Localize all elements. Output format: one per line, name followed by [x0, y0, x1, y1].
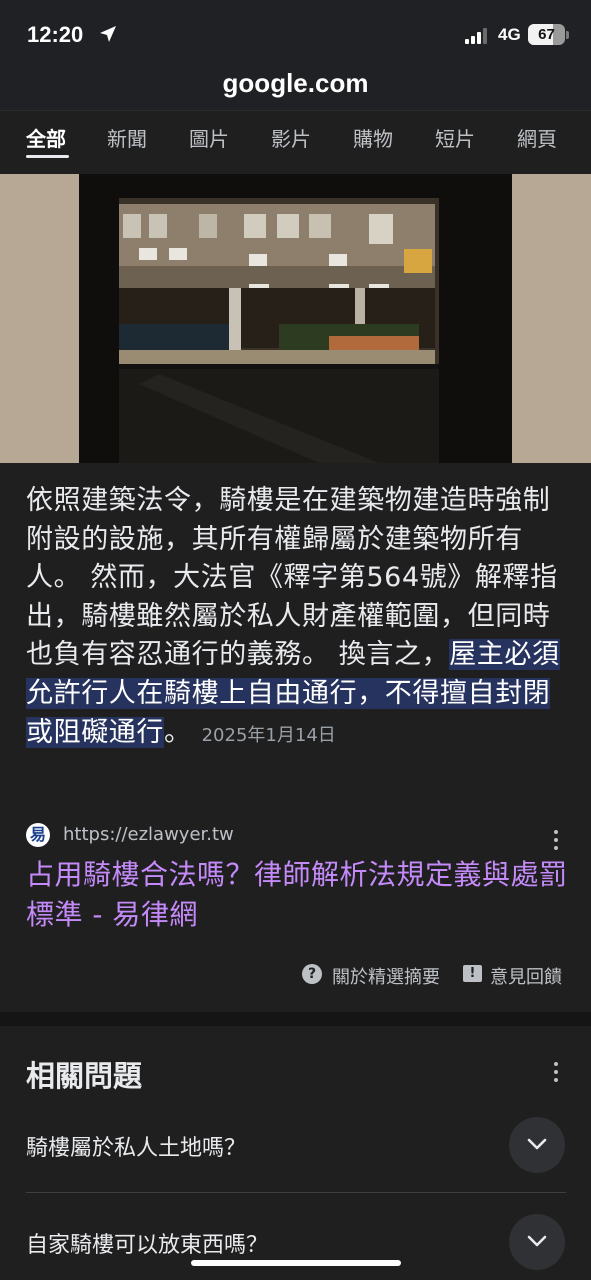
result-title-link[interactable]: 占用騎樓合法嗎？律師解析法規定義與處罰標準 - 易律網: [26, 855, 571, 935]
about-featured-snippets-link[interactable]: 關於精選摘要: [332, 963, 440, 989]
featured-image-frame: [0, 174, 591, 463]
tab-web[interactable]: 網頁: [517, 123, 557, 152]
network-type: 4G: [498, 25, 521, 44]
url-text[interactable]: google.com: [0, 68, 591, 99]
battery-percent: 67: [538, 26, 555, 43]
tab-short-videos[interactable]: 短片: [435, 123, 475, 152]
more-vert-icon[interactable]: [553, 830, 559, 854]
question-circle-icon[interactable]: ?: [302, 964, 322, 984]
battery-nub: [566, 31, 569, 39]
related-question-item[interactable]: 自家騎樓可以放東西嗎？: [26, 1227, 566, 1280]
related-question-text[interactable]: 騎樓屬於私人土地嗎？: [26, 1130, 246, 1162]
tab-videos[interactable]: 影片: [271, 123, 311, 152]
tab-images[interactable]: 圖片: [189, 123, 229, 152]
list-divider: [26, 1192, 566, 1193]
snippet-date: 2025年1月14日: [201, 724, 336, 746]
arcade-photo[interactable]: [79, 174, 512, 463]
featured-snippet-text: 依照建築法令，騎樓是在建築物建造時強制附設的設施，其所有權歸屬於建築物所有人。 …: [26, 482, 571, 755]
tab-all[interactable]: 全部: [26, 123, 66, 152]
more-vert-icon[interactable]: [553, 1062, 559, 1086]
source-url[interactable]: https://ezlawyer.tw: [63, 824, 234, 845]
search-tabs: 全部 新聞 圖片 影片 購物 短片 網頁: [0, 110, 591, 172]
expand-question-button[interactable]: [509, 1214, 565, 1270]
home-indicator[interactable]: [191, 1260, 401, 1266]
tab-shopping[interactable]: 購物: [353, 123, 393, 152]
snippet-tail: 。: [164, 716, 192, 748]
tab-active-underline: [26, 155, 69, 158]
feedback-icon[interactable]: !: [463, 965, 482, 982]
status-bar: 12:20 4G 67: [0, 0, 591, 62]
related-question-text[interactable]: 自家騎樓可以放東西嗎？: [26, 1227, 268, 1259]
battery-indicator: 67: [528, 24, 565, 45]
feedback-link[interactable]: 意見回饋: [490, 963, 562, 989]
site-favicon-icon[interactable]: 易: [26, 823, 50, 847]
related-questions-title: 相關問題: [26, 1059, 143, 1093]
section-divider: [0, 1012, 591, 1026]
url-bar[interactable]: google.com: [0, 62, 591, 110]
chevron-down-icon: [527, 1235, 547, 1247]
location-arrow-icon: [100, 26, 116, 42]
tab-news[interactable]: 新聞: [107, 123, 147, 152]
expand-question-button[interactable]: [509, 1117, 565, 1173]
related-question-item[interactable]: 騎樓屬於私人土地嗎？: [26, 1130, 566, 1226]
cell-signal-icon: [465, 28, 487, 44]
status-time: 12:20: [27, 22, 84, 47]
chevron-down-icon: [527, 1138, 547, 1150]
